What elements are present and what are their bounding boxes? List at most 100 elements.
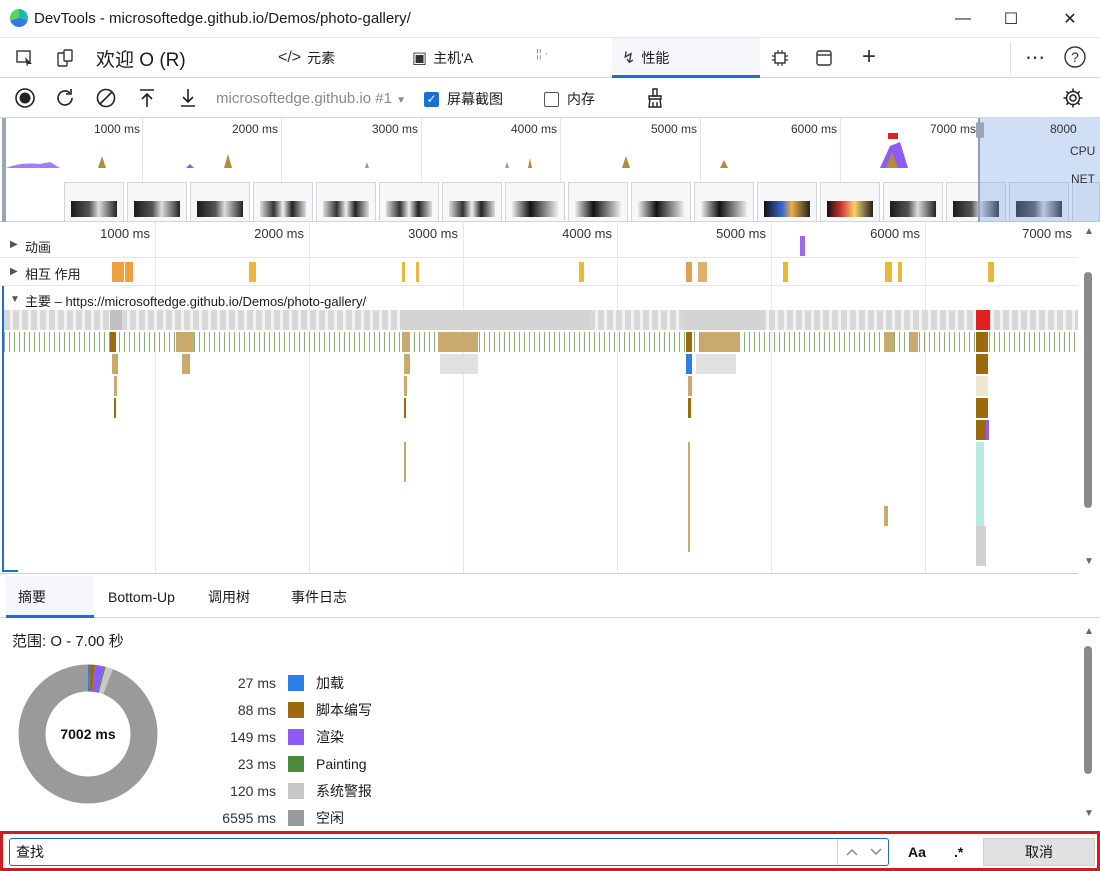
script-event[interactable]: [404, 354, 410, 374]
regex-button[interactable]: .*: [954, 844, 963, 860]
script-event[interactable]: [112, 354, 118, 374]
tab-console[interactable]: ▣ 主机'A: [412, 38, 522, 78]
interaction-event[interactable]: [249, 262, 256, 282]
add-tab-plus-icon[interactable]: +: [856, 43, 882, 70]
script-event[interactable]: [440, 354, 478, 374]
overview-right-handle[interactable]: [976, 122, 984, 138]
find-input[interactable]: [9, 838, 889, 866]
tab-performance[interactable]: ↯ 性能: [612, 38, 760, 78]
record-icon[interactable]: [12, 85, 38, 111]
scrollbar-thumb[interactable]: [1084, 272, 1092, 508]
scroll-down-icon[interactable]: ▼: [1084, 556, 1094, 567]
interaction-event[interactable]: [898, 262, 902, 282]
long-task[interactable]: [400, 310, 590, 330]
screenshot-thumbnail[interactable]: [442, 182, 502, 222]
animation-event[interactable]: [800, 236, 805, 256]
script-event[interactable]: [404, 376, 407, 396]
script-event[interactable]: [884, 506, 888, 526]
script-event[interactable]: [176, 332, 194, 352]
reload-record-icon[interactable]: [52, 85, 78, 111]
clear-icon[interactable]: [93, 85, 119, 111]
scrollbar-thumb[interactable]: [1084, 646, 1092, 774]
capture-settings-gear-icon[interactable]: [1060, 85, 1086, 111]
script-event[interactable]: [404, 442, 406, 482]
tab-summary[interactable]: 摘要: [6, 576, 94, 618]
inspect-element-icon[interactable]: [12, 46, 38, 70]
scroll-up-icon[interactable]: ▲: [1084, 226, 1094, 237]
long-task-warning[interactable]: [976, 310, 990, 330]
screenshot-thumbnail[interactable]: [64, 182, 124, 222]
minimize-button[interactable]: —: [940, 6, 986, 32]
tab-event-log[interactable]: 事件日志: [291, 576, 371, 618]
collapse-arrow-icon[interactable]: ▼: [10, 294, 20, 305]
next-match-chevron-down-icon[interactable]: [865, 840, 887, 864]
interaction-event[interactable]: [416, 262, 419, 282]
script-event[interactable]: [686, 332, 692, 352]
upload-profile-icon[interactable]: [134, 85, 160, 111]
screenshot-thumbnail[interactable]: [568, 182, 628, 222]
interaction-event[interactable]: [112, 262, 124, 282]
download-profile-icon[interactable]: [175, 85, 201, 111]
script-event[interactable]: [688, 376, 692, 396]
script-event[interactable]: [114, 376, 117, 396]
scroll-up-icon[interactable]: ▲: [1084, 626, 1094, 637]
tab-welcome[interactable]: 欢迎 O (R): [96, 38, 226, 78]
more-options-icon[interactable]: ⋯: [1022, 44, 1048, 70]
main-thread-track[interactable]: ▼ 主要 – https://microsoftedge.github.io/D…: [0, 286, 1078, 573]
long-task[interactable]: [684, 310, 764, 330]
tab-elements[interactable]: </> 元素: [278, 38, 388, 78]
screenshot-thumbnail[interactable]: [757, 182, 817, 222]
script-event[interactable]: [402, 332, 410, 352]
script-event[interactable]: [182, 354, 190, 374]
previous-match-chevron-up-icon[interactable]: [841, 840, 863, 864]
device-emulation-icon[interactable]: [52, 46, 78, 70]
screenshot-thumbnail[interactable]: [694, 182, 754, 222]
interaction-event[interactable]: [579, 262, 584, 282]
maximize-button[interactable]: ☐: [988, 6, 1034, 32]
screenshot-thumbnail[interactable]: [316, 182, 376, 222]
script-event[interactable]: [404, 398, 406, 418]
tab-call-tree[interactable]: 调用树: [208, 576, 278, 618]
checkbox-unchecked-icon[interactable]: [544, 91, 559, 107]
memory-checkbox[interactable]: 内存: [544, 89, 595, 109]
overview-selection-range[interactable]: [978, 118, 1100, 222]
collect-garbage-broom-icon[interactable]: [642, 85, 668, 111]
script-event[interactable]: [688, 398, 691, 418]
screenshot-thumbnail[interactable]: [253, 182, 313, 222]
long-task[interactable]: [110, 310, 122, 330]
interaction-event[interactable]: [988, 262, 994, 282]
script-event[interactable]: [438, 332, 478, 352]
interaction-event[interactable]: [783, 262, 788, 282]
cpu-chip-icon[interactable]: [768, 46, 792, 70]
expand-arrow-icon[interactable]: ▶: [10, 239, 18, 250]
scroll-down-icon[interactable]: ▼: [1084, 808, 1094, 819]
match-case-button[interactable]: Aa: [908, 844, 926, 860]
script-event[interactable]: [110, 332, 116, 352]
tab-bottom-up[interactable]: Bottom-Up: [108, 576, 198, 618]
target-select[interactable]: microsoftedge.github.io #1 ▼: [216, 90, 406, 107]
script-event[interactable]: [114, 398, 116, 418]
screenshot-thumbnail[interactable]: [127, 182, 187, 222]
script-event[interactable]: [976, 332, 988, 352]
interaction-event[interactable]: [125, 262, 133, 282]
script-event[interactable]: [976, 526, 986, 566]
cancel-button[interactable]: 取消: [983, 838, 1095, 866]
screenshot-thumbnail[interactable]: [190, 182, 250, 222]
screenshot-thumbnail[interactable]: [379, 182, 439, 222]
summary-scrollbar[interactable]: ▲ ▼: [1078, 622, 1100, 822]
interaction-event[interactable]: [402, 262, 405, 282]
script-event[interactable]: [976, 420, 986, 440]
screenshot-thumbnail[interactable]: [883, 182, 943, 222]
script-event[interactable]: [884, 332, 894, 352]
loading-event[interactable]: [686, 354, 692, 374]
interaction-event[interactable]: [686, 262, 692, 282]
screenshot-thumbnail[interactable]: [631, 182, 691, 222]
screenshots-checkbox[interactable]: ✓ 屏幕截图: [424, 89, 503, 109]
application-panel-icon[interactable]: [812, 46, 836, 70]
timeline-flamechart[interactable]: 1000 ms 2000 ms 3000 ms 4000 ms 5000 ms …: [0, 222, 1078, 574]
script-event[interactable]: [696, 354, 736, 374]
script-event[interactable]: [700, 332, 740, 352]
interaction-event[interactable]: [885, 262, 892, 282]
script-event[interactable]: [976, 398, 988, 418]
interaction-event[interactable]: [698, 262, 707, 282]
